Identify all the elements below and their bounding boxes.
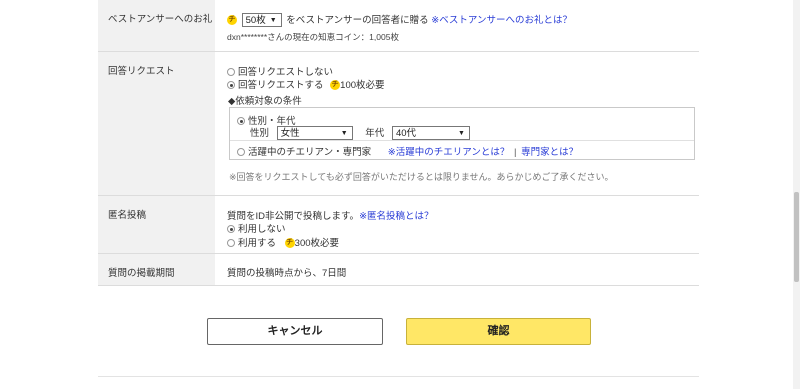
coin-icon: チ [330,80,341,91]
request-option-yes[interactable]: 回答リクエストする チ 100枚必要 [227,77,385,91]
gender-label: 性別 [250,128,270,139]
expert-label: 活躍中のチエリアン・専門家 [248,147,372,158]
scrollbar-thumb[interactable] [794,192,799,282]
period-row: 質問の掲載期間 質問の投稿時点から、7日間 [98,254,699,286]
coin-icon: チ [227,15,237,26]
question-options-form: ベストアンサーへのお礼 チ 50枚 ▼ をベストアンサーの回答者に贈る ※ベスト… [98,0,699,286]
anonymous-option-yes-label: 利用する [238,238,277,249]
radio-button[interactable] [237,148,245,157]
request-cost: 100枚必要 [340,80,385,91]
request-option-no[interactable]: 回答リクエストしない [227,64,333,78]
best-answer-help-link[interactable]: ※ベストアンサーへのお礼とは？ [431,15,572,26]
anonymous-cost: 300枚必要 [294,238,340,249]
request-option-yes-label: 回答リクエストする [238,80,324,91]
radio-button-selected[interactable] [237,117,245,126]
link-separator: | [514,147,517,158]
reward-amount-value: 50枚 [245,15,266,27]
reward-amount-select[interactable]: 50枚 ▼ [241,13,282,28]
conditions-box: 性別・年代 性別 女性 ▼ 年代 40代 ▼ 活躍中のチエリアン・専門家 ※活躍… [229,107,695,160]
coin-balance: dxn********さんの現在の知恵コイン：1,005枚 [227,32,399,42]
expert-option[interactable]: 活躍中のチエリアン・専門家 ※活躍中のチエリアンとは？ | 専門家とは？ [237,144,578,158]
gender-select[interactable]: 女性 ▼ [276,126,353,141]
divider [98,376,699,377]
cancel-button[interactable]: キャンセル [207,318,383,345]
anonymous-help-link[interactable]: ※匿名投稿とは？ [359,211,433,222]
age-select[interactable]: 40代 ▼ [391,126,470,141]
period-label: 質問の掲載期間 [98,254,215,285]
active-chierian-help-link[interactable]: ※活躍中のチエリアンとは？ [388,147,510,158]
best-answer-content: チ 50枚 ▼ をベストアンサーの回答者に贈る ※ベストアンサーへのお礼とは？ … [215,0,699,51]
anonymous-option-no[interactable]: 利用しない [227,221,286,235]
anonymous-row: 匿名投稿 質問をID非公開で投稿します。※匿名投稿とは？ 利用しない 利用する … [98,196,699,254]
best-answer-label: ベストアンサーへのお礼 [98,0,215,51]
gender-value: 女性 [280,128,300,140]
coin-icon: チ [284,238,295,249]
radio-button-selected[interactable] [227,81,235,90]
anonymous-option-yes[interactable]: 利用する チ 300枚必要 [227,235,339,249]
radio-button-selected[interactable] [227,225,235,234]
radio-button[interactable] [227,68,235,77]
reward-description: をベストアンサーの回答者に贈る [286,15,429,26]
gender-age-selectors: 性別 女性 ▼ 年代 40代 ▼ [250,125,470,141]
answer-request-row: 回答リクエスト 回答リクエストしない 回答リクエストする チ 100枚必要 ◆依頼… [98,52,699,196]
request-note: ※回答をリクエストしても必ず回答がいただけるとは限りません。あらかじめご了承くだ… [229,172,614,182]
age-value: 40代 [395,128,417,140]
best-answer-row: ベストアンサーへのお礼 チ 50枚 ▼ をベストアンサーの回答者に贈る ※ベスト… [98,0,699,52]
radio-button[interactable] [227,239,235,248]
gender-age-section: 性別・年代 性別 女性 ▼ 年代 40代 ▼ [230,108,694,141]
period-value: 質問の投稿時点から、7日間 [227,268,347,279]
age-label: 年代 [365,128,385,139]
period-content: 質問の投稿時点から、7日間 [215,254,699,285]
anonymous-content: 質問をID非公開で投稿します。※匿名投稿とは？ 利用しない 利用する チ 300枚… [215,196,699,253]
chevron-down-icon: ▼ [458,130,465,138]
answer-request-content: 回答リクエストしない 回答リクエストする チ 100枚必要 ◆依頼対象の条件 性別… [215,52,699,195]
expert-help-link[interactable]: 専門家とは？ [521,147,578,158]
chevron-down-icon: ▼ [269,17,277,25]
conditions-heading: ◆依頼対象の条件 [228,96,302,107]
anonymous-option-no-label: 利用しない [238,224,286,235]
answer-request-label: 回答リクエスト [98,52,215,195]
confirm-button[interactable]: 確認 [406,318,591,345]
chevron-down-icon: ▼ [340,130,348,138]
anonymous-label: 匿名投稿 [98,196,215,253]
